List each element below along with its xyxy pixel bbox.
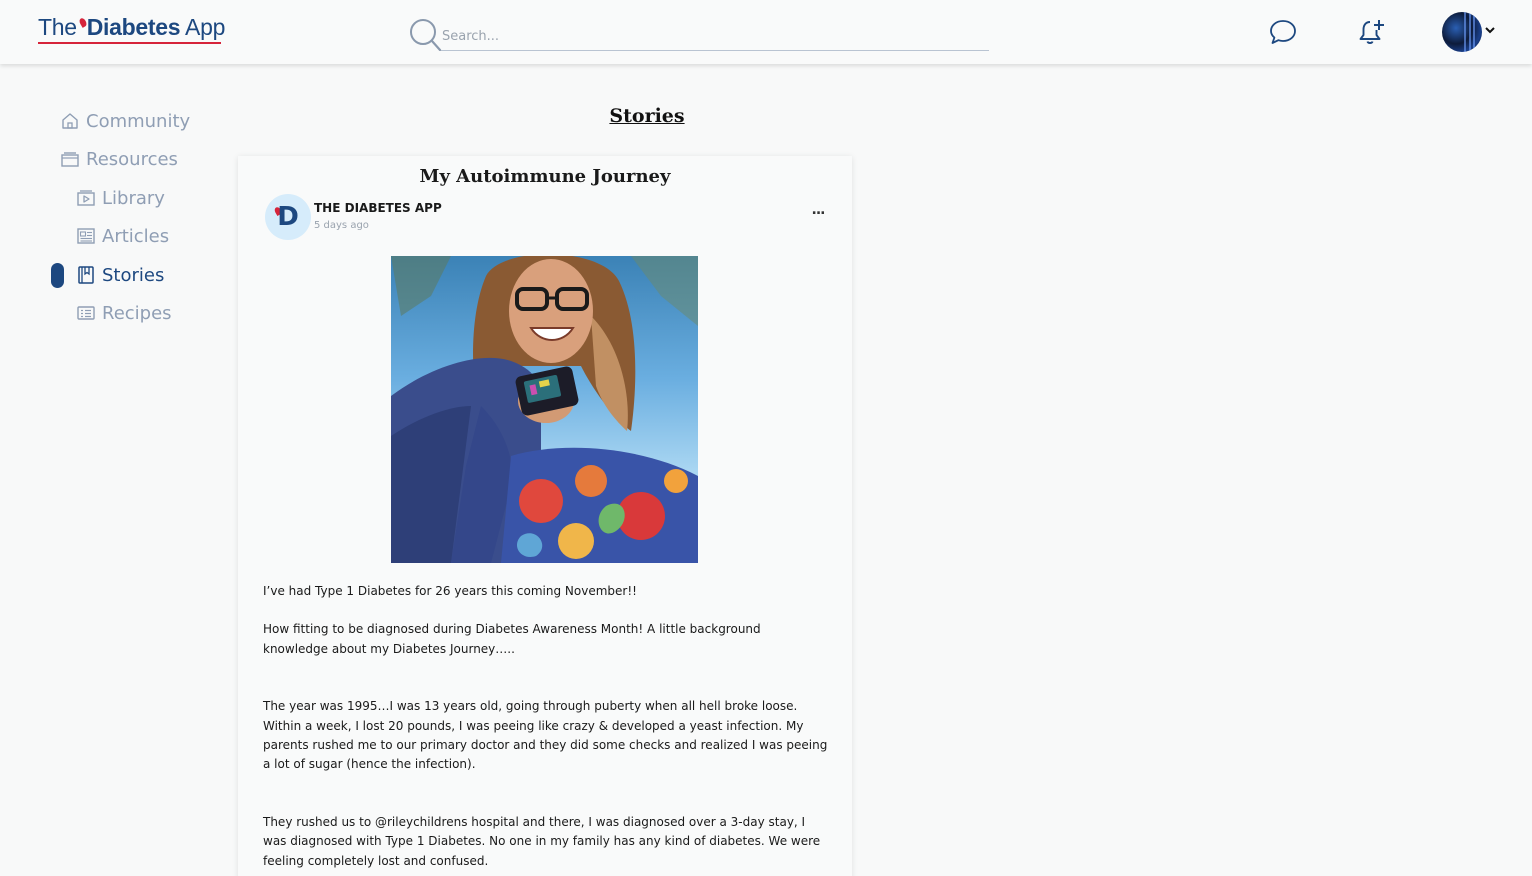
story-photo — [391, 256, 698, 563]
folder-icon — [61, 152, 79, 167]
sidebar-item-community[interactable]: Community — [60, 106, 190, 136]
logo-word-app: App — [185, 14, 226, 40]
post-paragraph: The year was 1995…I was 13 years old, go… — [263, 699, 828, 772]
author-name[interactable]: THE DIABETES APP — [314, 201, 442, 215]
author-initial: D — [277, 202, 299, 232]
sidebar-item-label: Library — [102, 187, 165, 209]
user-avatar[interactable] — [1442, 12, 1482, 52]
post-body: I’ve had Type 1 Diabetes for 26 years th… — [263, 582, 829, 876]
recipe-card-icon — [77, 306, 95, 320]
sidebar-item-label: Community — [86, 110, 191, 132]
bell-plus-icon[interactable] — [1357, 17, 1387, 47]
sidebar-item-label: Stories — [102, 264, 165, 286]
chat-bubble-icon[interactable] — [1268, 17, 1298, 47]
post-paragraph: I’ve had Type 1 Diabetes for 26 years th… — [263, 584, 637, 598]
post-paragraph: They rushed us to @rileychildrens hospit… — [263, 814, 821, 868]
story-card: My Autoimmune Journey D THE DIABETES APP… — [238, 156, 852, 876]
active-item-indicator — [51, 263, 64, 288]
sidebar-item-recipes[interactable]: Recipes — [76, 298, 172, 328]
post-title[interactable]: My Autoimmune Journey — [238, 166, 852, 187]
logo-word-the: The — [38, 14, 77, 40]
logo-word-diabetes: Diabetes — [86, 14, 181, 40]
video-folder-icon — [77, 190, 95, 206]
newspaper-icon — [77, 228, 95, 244]
sidebar-item-resources[interactable]: Resources — [60, 144, 178, 174]
sidebar-item-library[interactable]: Library — [76, 183, 165, 213]
top-header: The Diabetes App — [0, 0, 1532, 64]
post-paragraph: How fitting to be diagnosed during Diabe… — [263, 622, 761, 656]
search-bar — [408, 17, 990, 53]
post-timestamp: 5 days ago — [314, 220, 369, 231]
sidebar-item-label: Recipes — [102, 302, 172, 324]
chevron-down-icon[interactable] — [1484, 24, 1496, 36]
book-icon — [78, 266, 94, 284]
home-icon — [62, 113, 78, 129]
sidebar-item-stories[interactable]: Stories — [76, 260, 164, 290]
sidebar-item-label: Resources — [86, 148, 178, 170]
search-input[interactable] — [441, 23, 989, 51]
search-icon[interactable] — [408, 17, 442, 51]
more-options-button[interactable]: ... — [809, 203, 827, 218]
sidebar-item-articles[interactable]: Articles — [76, 221, 169, 251]
page-title: Stories — [609, 105, 685, 127]
author-avatar[interactable]: D — [265, 194, 311, 240]
logo-underline — [38, 42, 221, 44]
sidebar-item-label: Articles — [102, 225, 170, 247]
